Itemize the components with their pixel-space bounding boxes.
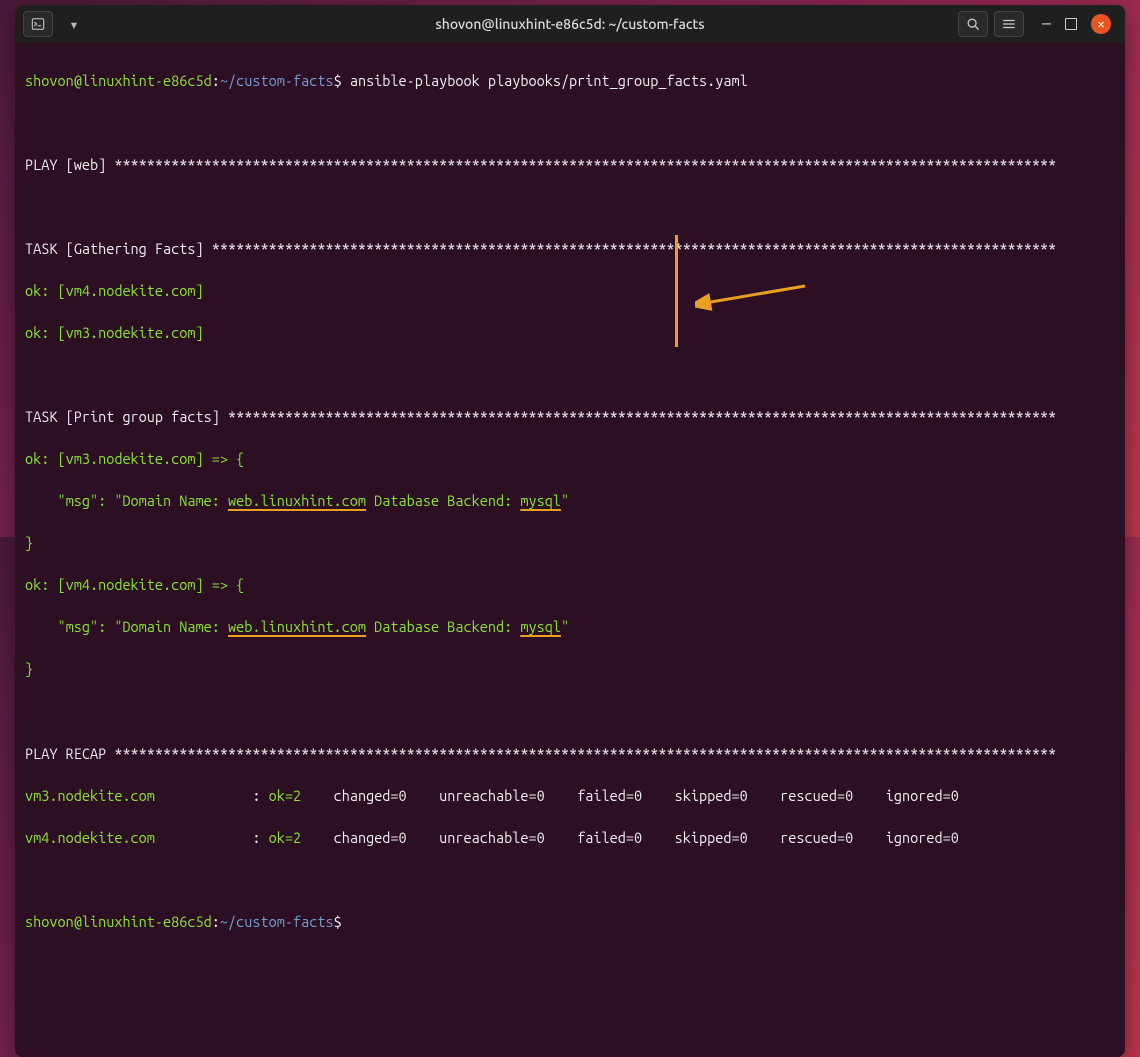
close-button[interactable]: ✕: [1091, 14, 1111, 34]
prompt-path: ~/custom-facts: [220, 72, 334, 89]
gather-ok-vm4: ok: [vm4.nodekite.com]: [25, 280, 1115, 301]
recap-header: PLAY RECAP *****************************…: [25, 743, 1115, 764]
command-text: ansible-playbook playbooks/print_group_f…: [342, 72, 748, 89]
titlebar: ▾ shovon@linuxhint-e86c5d: ~/custom-fact…: [15, 5, 1125, 43]
domain-value: web.linuxhint.com: [228, 492, 366, 509]
play-header: PLAY [web] *****************************…: [25, 154, 1115, 175]
gather-ok-vm3: ok: [vm3.nodekite.com]: [25, 322, 1115, 343]
task-gathering-header: TASK [Gathering Facts] *****************…: [25, 238, 1115, 259]
result-vm4-head: ok: [vm4.nodekite.com] => {: [25, 574, 1115, 595]
terminal-tab-icon[interactable]: [23, 11, 53, 37]
prompt-user-host: shovon@linuxhint-e86c5d: [25, 72, 212, 89]
recap-host: vm3.nodekite.com: [25, 787, 155, 804]
maximize-button[interactable]: [1065, 18, 1077, 30]
recap-host: vm4.nodekite.com: [25, 829, 155, 846]
search-button[interactable]: [958, 11, 988, 37]
task-print-header: TASK [Print group facts] ***************…: [25, 406, 1115, 427]
terminal-output[interactable]: shovon@linuxhint-e86c5d:~/custom-facts$ …: [15, 43, 1125, 1057]
hamburger-menu-button[interactable]: [994, 11, 1024, 37]
backend-value: mysql: [520, 492, 561, 509]
new-tab-button[interactable]: ▾: [59, 11, 89, 37]
minimize-button[interactable]: —: [1042, 15, 1051, 33]
backend-value: mysql: [520, 618, 561, 635]
terminal-window: ▾ shovon@linuxhint-e86c5d: ~/custom-fact…: [15, 5, 1125, 1057]
result-vm3-head: ok: [vm3.nodekite.com] => {: [25, 448, 1115, 469]
domain-value: web.linuxhint.com: [228, 618, 366, 635]
